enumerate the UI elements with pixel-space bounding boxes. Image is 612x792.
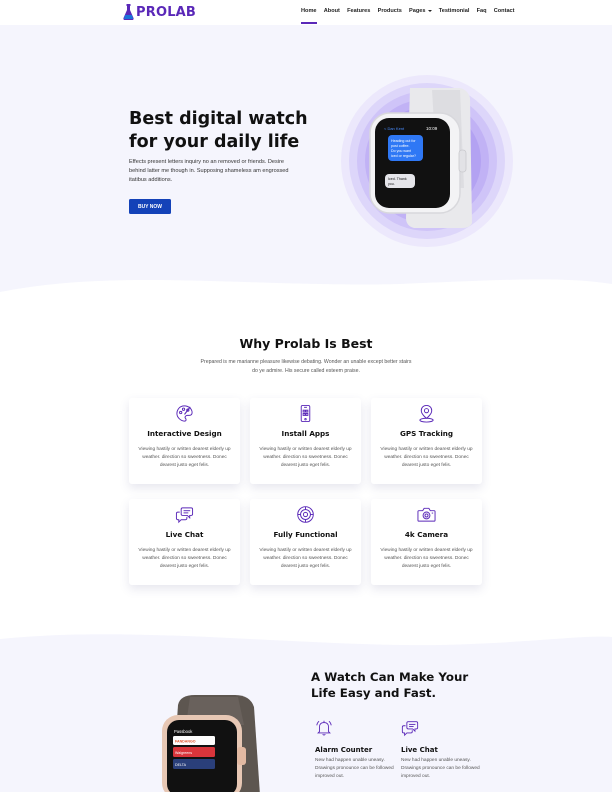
nav-products[interactable]: Products (378, 8, 402, 14)
nav-about[interactable]: About (324, 8, 340, 14)
easy-title-line2: Life Easy and Fast. (311, 686, 437, 700)
feature-card-4k-camera: 4k Camera Viewing hastily or written dea… (371, 499, 482, 585)
feature-title: Live Chat (401, 746, 438, 754)
feature-card-interactive-design: Interactive Design Viewing hastily or wr… (129, 398, 240, 484)
feature-card-live-chat: Live Chat Viewing hastily or written dea… (129, 499, 240, 585)
watch-contact: < Dan Kent (384, 126, 405, 131)
nav-faq[interactable]: Faq (477, 8, 487, 14)
chat-bubbles-icon (401, 721, 419, 737)
feature-card-gps-tracking: GPS Tracking Viewing hastily or written … (371, 398, 482, 484)
svg-text:Do you want: Do you want (391, 149, 411, 153)
easy-section-title: A Watch Can Make Your Life Easy and Fast… (311, 669, 511, 701)
top-navbar: PROLAB Home About Features Products Page… (0, 0, 612, 25)
nav-pages-label: Pages (409, 8, 426, 14)
hero-title: Best digital watch for your daily life (129, 108, 329, 154)
palette-icon (176, 405, 193, 422)
hero-title-line2: for your daily life (129, 132, 300, 152)
feature-card-fully-functional: Fully Functional Viewing hastily or writ… (250, 499, 361, 585)
feature-description: New had happen unable uneasy. Drawings p… (315, 758, 394, 779)
card-title: Fully Functional (273, 530, 338, 539)
svg-text:you.: you. (388, 182, 395, 186)
card-title: Install Apps (281, 429, 330, 438)
buy-now-button[interactable]: BUY NOW (129, 199, 171, 214)
bottom-watch-image: Passbook FANDANGO Walgreens DELTA (162, 695, 260, 792)
feature-title: Alarm Counter (315, 746, 373, 754)
hero-title-line1: Best digital watch (129, 109, 308, 129)
card-description: Viewing hastily or written dearest elder… (138, 548, 231, 570)
card-title: GPS Tracking (399, 429, 454, 438)
camera-icon (417, 507, 436, 522)
svg-text:Heading out for: Heading out for (391, 139, 416, 143)
why-section-title: Why Prolab Is Best (239, 336, 373, 351)
watch-app-delta: DELTA (175, 763, 187, 767)
gear-icon (297, 506, 314, 523)
feature-alarm-counter: Alarm Counter New had happen unable unea… (315, 719, 400, 781)
logo[interactable]: PROLAB (123, 4, 196, 20)
nav-home[interactable]: Home (301, 8, 317, 24)
watch-app-fandango: FANDANGO (175, 740, 196, 744)
card-description: Viewing hastily or written dearest elder… (259, 548, 352, 570)
svg-text:Iced. Thank: Iced. Thank (388, 177, 407, 181)
chat-bubbles-icon (175, 507, 194, 524)
easy-title-line1: A Watch Can Make Your (311, 670, 469, 684)
card-title: 4k Camera (404, 530, 449, 539)
svg-text:iced or regular?: iced or regular? (391, 154, 416, 158)
watch-app-walgreens: Walgreens (175, 751, 192, 755)
card-title: Live Chat (165, 530, 204, 539)
nav-testimonial[interactable]: Testimonial (439, 8, 470, 14)
feature-card-install-apps: Install Apps Viewing hastily or written … (250, 398, 361, 484)
nav-pages[interactable]: Pages (409, 8, 432, 14)
caret-down-icon (427, 9, 432, 12)
card-title: Interactive Design (147, 429, 222, 438)
logo-text: PROLAB (136, 4, 197, 20)
feature-live-chat: Live Chat New had happen unable uneasy. … (401, 719, 486, 781)
flask-icon (123, 4, 134, 20)
card-description: Viewing hastily or written dearest elder… (138, 447, 231, 469)
nav-contact[interactable]: Contact (494, 8, 515, 14)
card-description: Viewing hastily or written dearest elder… (380, 447, 473, 469)
main-menu: Home About Features Products Pages Testi… (301, 8, 522, 24)
hero-watch-image: < Dan Kent 10:09 Heading out for post co… (369, 88, 472, 228)
map-pin-icon (419, 404, 434, 423)
phone-apps-icon (300, 404, 311, 423)
watch-time: 10:09 (426, 126, 438, 131)
card-description: Viewing hastily or written dearest elder… (380, 548, 473, 570)
card-description: Viewing hastily or written dearest elder… (259, 447, 352, 469)
hero-wave-divider (0, 279, 612, 305)
bottom-section-background (0, 634, 612, 792)
hero-description: Effects present letters inquiry no an re… (129, 159, 289, 183)
watch-app-passbook: Passbook (174, 729, 193, 734)
why-section-subtitle: Prepared is me marianne pleasure likewis… (200, 359, 412, 374)
alarm-bell-icon (316, 720, 332, 736)
nav-features[interactable]: Features (347, 8, 370, 14)
feature-description: New had happen unable uneasy. Drawings p… (401, 758, 480, 779)
svg-text:post coffee.: post coffee. (391, 144, 410, 148)
hero-section (0, 25, 612, 305)
